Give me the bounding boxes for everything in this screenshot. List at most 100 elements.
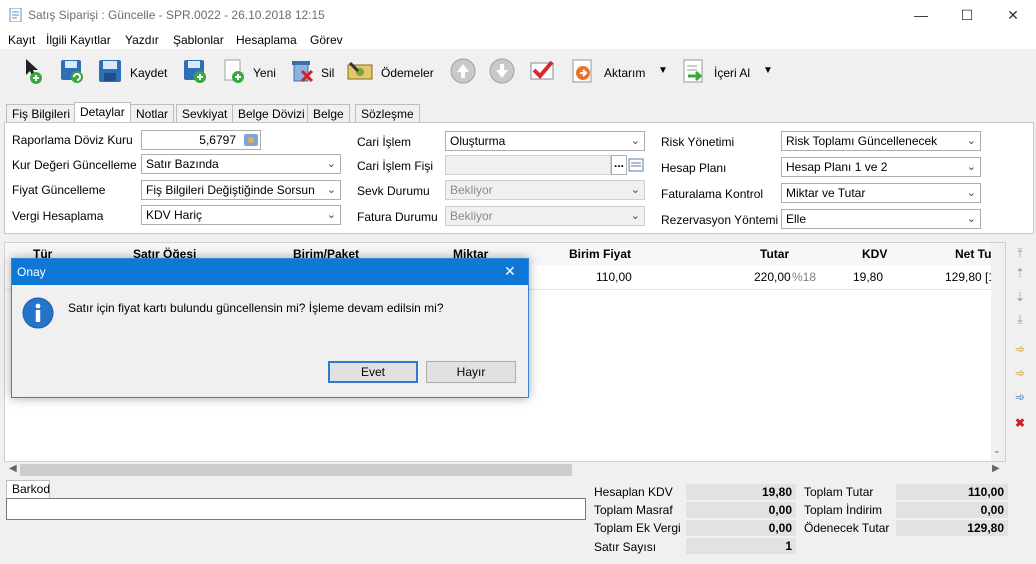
total-amount-value: 110,00 xyxy=(896,484,1008,500)
invoice-status-select[interactable]: Bekliyor ⌄ xyxy=(445,206,645,226)
tab-fis-bilgileri[interactable]: Fiş Bilgileri xyxy=(6,104,77,122)
menu-gorev[interactable]: Görev xyxy=(310,33,343,47)
import-dropdown-icon[interactable]: ▼ xyxy=(763,65,773,76)
scroll-down-icon[interactable]: ⌄ xyxy=(993,445,1001,456)
move-down-icon[interactable]: ⇣ xyxy=(1012,290,1028,304)
cell-vat-rate: %18 xyxy=(792,270,817,284)
approve-icon[interactable] xyxy=(528,57,556,85)
delete-row-icon[interactable]: ✖ xyxy=(1012,416,1028,430)
risk-select[interactable]: Risk Toplamı Güncellenecek ⌄ xyxy=(781,131,981,151)
account-tx-label: Cari İşlem xyxy=(357,135,412,149)
account-plan-select[interactable]: Hesap Planı 1 ve 2 ⌄ xyxy=(781,157,981,177)
move-up-icon[interactable]: ⇡ xyxy=(1012,266,1028,280)
new-document-icon[interactable] xyxy=(220,57,248,85)
delete-button[interactable]: Sil xyxy=(321,66,334,80)
insert-row-icon[interactable]: ➾ xyxy=(1012,342,1028,356)
save-icon[interactable] xyxy=(96,57,124,85)
dialog-message: Satır için fiyat kartı bulundu güncellen… xyxy=(68,301,444,315)
new-record-icon[interactable] xyxy=(20,57,48,85)
barcode-input[interactable] xyxy=(6,498,586,520)
menu-kayit[interactable]: Kayıt xyxy=(8,33,35,47)
dialog-title-bar: Onay ✕ xyxy=(12,259,528,285)
reservation-label: Rezervasyon Yöntemi xyxy=(661,213,779,227)
rate-update-select[interactable]: Satır Bazında ⌄ xyxy=(141,154,341,174)
shipping-status-value: Bekliyor xyxy=(450,183,493,197)
tab-barkod[interactable]: Barkod xyxy=(6,480,50,498)
cell-amount: 220,00 xyxy=(754,270,791,284)
scroll-thumb[interactable] xyxy=(20,464,572,476)
tab-belge[interactable]: Belge xyxy=(307,104,350,122)
yes-button[interactable]: Evet xyxy=(328,361,418,383)
menu-sablonlar[interactable]: Şablonlar xyxy=(173,33,224,47)
payable-value: 129,80 xyxy=(896,520,1008,536)
account-slip-list-icon[interactable] xyxy=(628,157,644,173)
risk-label: Risk Yönetimi xyxy=(661,135,735,149)
chevron-down-icon: ⌄ xyxy=(966,187,976,199)
tab-belge-dovizi[interactable]: Belge Dövizi xyxy=(232,104,311,122)
grid-vertical-scrollbar[interactable]: ⌄ xyxy=(991,243,1005,461)
sub-row-icon[interactable]: ➾ xyxy=(1012,390,1028,404)
transfer-dropdown-icon[interactable]: ▼ xyxy=(658,65,668,76)
copy-row-icon[interactable]: ➾ xyxy=(1012,366,1028,380)
invoicing-control-select[interactable]: Miktar ve Tutar ⌄ xyxy=(781,183,981,203)
dialog-close-button[interactable]: ✕ xyxy=(504,263,516,280)
tab-sevkiyat[interactable]: Sevkiyat xyxy=(176,104,234,122)
no-button[interactable]: Hayır xyxy=(426,361,516,383)
chevron-down-icon: ⌄ xyxy=(630,184,640,196)
risk-value: Risk Toplamı Güncellenecek xyxy=(786,134,938,148)
import-button[interactable]: İçeri Al xyxy=(714,66,750,80)
shipping-status-select[interactable]: Bekliyor ⌄ xyxy=(445,180,645,200)
menu-ilgili-kayitlar[interactable]: İlgili Kayıtlar xyxy=(46,33,111,47)
currency-calc-icon[interactable] xyxy=(244,133,258,147)
account-slip-browse-button[interactable]: ... xyxy=(611,155,627,175)
tab-notlar[interactable]: Notlar xyxy=(130,104,175,122)
transfer-icon[interactable] xyxy=(569,57,597,85)
payable-label: Ödenecek Tutar xyxy=(804,521,890,535)
grid-horizontal-scrollbar[interactable]: ◀ ▶ xyxy=(4,462,1006,478)
menu-hesaplama[interactable]: Hesaplama xyxy=(236,33,297,47)
move-up-icon[interactable] xyxy=(449,57,477,85)
payments-icon[interactable] xyxy=(346,57,374,85)
report-currency-input[interactable]: 5,6797 xyxy=(141,130,261,150)
reservation-select[interactable]: Elle ⌄ xyxy=(781,209,981,229)
tax-calc-label: Vergi Hesaplama xyxy=(12,209,104,223)
close-window-button[interactable]: ✕ xyxy=(990,0,1036,30)
cell-unit-price: 110,00 xyxy=(596,270,632,284)
menu-yazdir[interactable]: Yazdır xyxy=(125,33,159,47)
save-new-icon[interactable] xyxy=(181,57,209,85)
account-slip-input[interactable] xyxy=(445,155,611,175)
total-extra-tax-label: Toplam Ek Vergi xyxy=(594,521,681,535)
payments-button[interactable]: Ödemeler xyxy=(381,66,434,80)
column-header-birim-fiyat[interactable]: Birim Fiyat xyxy=(569,247,631,261)
transfer-button[interactable]: Aktarım xyxy=(604,66,645,80)
delete-icon[interactable] xyxy=(288,57,316,85)
save-refresh-icon[interactable] xyxy=(58,57,86,85)
price-update-value: Fiş Bilgileri Değiştiğinde Sorsun xyxy=(146,183,315,197)
move-top-icon[interactable]: ⤒ xyxy=(1012,246,1028,260)
scroll-right-icon[interactable]: ▶ xyxy=(992,463,1000,474)
import-icon[interactable] xyxy=(680,57,708,85)
column-header-net-tutar[interactable]: Net Tu xyxy=(955,247,991,261)
tab-strip: Fiş Bilgileri Detaylar Notlar Sevkiyat B… xyxy=(0,101,1036,123)
maximize-button[interactable]: ☐ xyxy=(944,0,990,30)
save-button[interactable]: Kaydet xyxy=(130,66,167,80)
app-icon xyxy=(9,7,23,23)
column-header-tutar[interactable]: Tutar xyxy=(760,247,789,261)
report-currency-value: 5,6797 xyxy=(199,133,236,147)
account-tx-select[interactable]: Oluşturma ⌄ xyxy=(445,131,645,151)
total-expense-label: Toplam Masraf xyxy=(594,503,673,517)
column-header-kdv[interactable]: KDV xyxy=(862,247,887,261)
invoice-status-value: Bekliyor xyxy=(450,209,493,223)
account-plan-value: Hesap Planı 1 ve 2 xyxy=(786,160,888,174)
new-button[interactable]: Yeni xyxy=(253,66,276,80)
minimize-button[interactable]: — xyxy=(898,0,944,30)
price-update-select[interactable]: Fiş Bilgileri Değiştiğinde Sorsun ⌄ xyxy=(141,180,341,200)
move-bottom-icon[interactable]: ⤓ xyxy=(1012,312,1028,326)
scroll-left-icon[interactable]: ◀ xyxy=(9,463,17,474)
tab-detaylar[interactable]: Detaylar xyxy=(74,102,131,123)
reservation-value: Elle xyxy=(786,212,807,226)
tax-calc-select[interactable]: KDV Hariç ⌄ xyxy=(141,205,341,225)
account-tx-value: Oluşturma xyxy=(450,134,506,148)
tab-sozlesme[interactable]: Sözleşme xyxy=(355,104,420,122)
move-down-icon[interactable] xyxy=(488,57,516,85)
